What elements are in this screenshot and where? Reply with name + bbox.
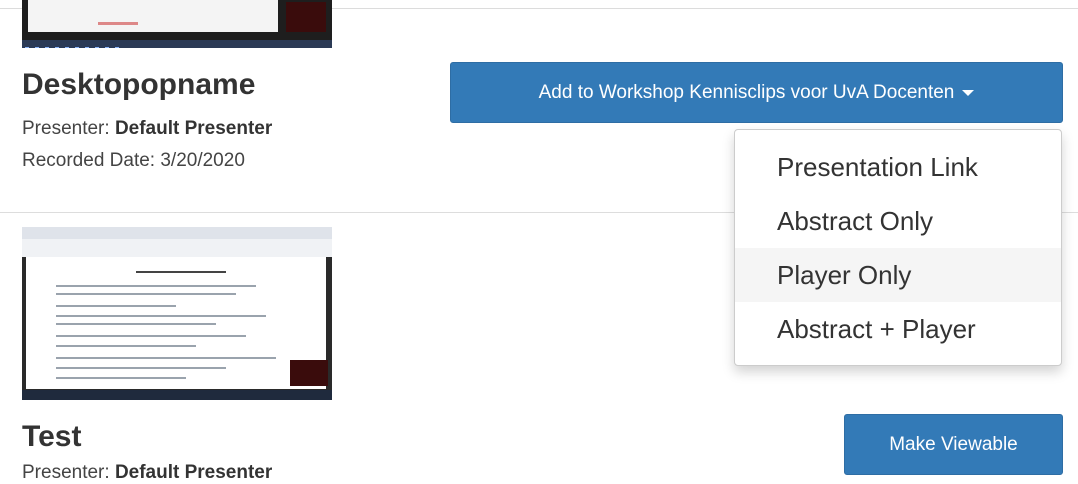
recording-thumbnail[interactable] bbox=[22, 227, 332, 400]
add-to-folder-label: Add to Workshop Kennisclips voor UvA Doc… bbox=[538, 81, 955, 103]
presenter-line: Presenter: Default Presenter bbox=[22, 118, 272, 140]
recorded-date-line: Recorded Date: 3/20/2020 bbox=[22, 150, 245, 172]
menu-item-player-only[interactable]: Player Only bbox=[735, 248, 1061, 302]
presenter-line: Presenter: Default Presenter bbox=[22, 462, 272, 484]
menu-item-abstract-only[interactable]: Abstract Only bbox=[735, 194, 1061, 248]
menu-item-abstract-player[interactable]: Abstract + Player bbox=[735, 302, 1061, 356]
presenter-name: Default Presenter bbox=[114, 118, 273, 139]
thumbnail-screen bbox=[28, 0, 278, 32]
thumbnail-taskbar bbox=[22, 390, 332, 400]
caret-down-icon bbox=[962, 89, 975, 96]
menu-item-presentation-link[interactable]: Presentation Link bbox=[735, 140, 1061, 194]
recording-title[interactable]: Test bbox=[22, 420, 81, 454]
thumbnail-document bbox=[26, 257, 326, 389]
make-viewable-button[interactable]: Make Viewable bbox=[844, 414, 1063, 475]
add-to-folder-button[interactable]: Add to Workshop Kennisclips voor UvA Doc… bbox=[450, 62, 1063, 123]
recorded-date-value: 3/20/2020 bbox=[160, 150, 245, 171]
recording-title[interactable]: Desktopopname bbox=[22, 68, 255, 102]
presenter-name: Default Presenter bbox=[114, 462, 273, 483]
presenter-label: Presenter: bbox=[22, 462, 110, 483]
presenter-label: Presenter: bbox=[22, 118, 110, 139]
thumbnail-webcam bbox=[290, 360, 328, 386]
recording-thumbnail[interactable] bbox=[22, 0, 332, 48]
add-to-dropdown-menu: Presentation Link Abstract Only Player O… bbox=[734, 129, 1062, 366]
thumbnail-taskbar bbox=[22, 40, 332, 48]
recorded-date-label: Recorded Date: bbox=[22, 150, 156, 171]
thumbnail-webcam bbox=[286, 2, 326, 32]
